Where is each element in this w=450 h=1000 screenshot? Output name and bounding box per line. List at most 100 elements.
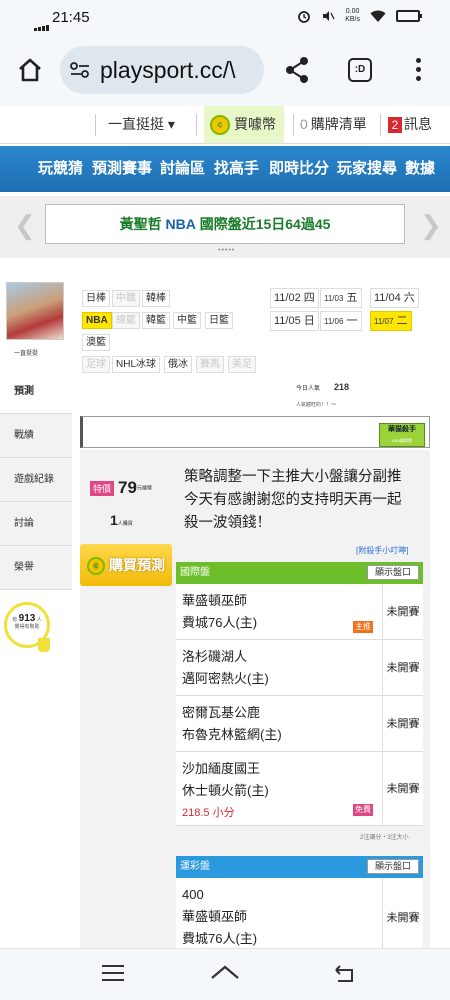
game-row: 密爾瓦基公鹿 布魯克林籃網(主) 未開賽 bbox=[176, 696, 423, 752]
market-lottery: 運彩盤 顯示盤口 400 華盛頓巫師 費城76人(主) 未開賽 bbox=[176, 856, 423, 958]
game-status: 未開賽 bbox=[382, 640, 423, 695]
game-status: 未開賽 bbox=[382, 584, 423, 639]
signal-icon bbox=[34, 14, 50, 31]
league-tag[interactable]: 澳籃 bbox=[82, 334, 110, 351]
league-tag-selected[interactable]: NBA bbox=[82, 312, 112, 329]
address-bar[interactable]: playsport.cc/\ bbox=[60, 46, 264, 94]
system-nav-bar bbox=[0, 948, 450, 1000]
back-icon[interactable] bbox=[332, 963, 356, 985]
messages-link[interactable]: 2 訊息 bbox=[388, 106, 432, 143]
main-pick-badge: 主推 bbox=[353, 621, 373, 633]
buy-prediction-button[interactable]: ¢ 購買預測 bbox=[80, 544, 172, 586]
battery-icon bbox=[396, 10, 422, 22]
league-tag[interactable]: 韓籃 bbox=[142, 312, 170, 329]
league-tag[interactable]: 俄冰 bbox=[164, 356, 192, 373]
league-tag: 足球 bbox=[82, 356, 110, 373]
pick-value: 218.5 小分 bbox=[182, 807, 235, 819]
status-bar: 21:45 0.00 KB/s bbox=[0, 0, 450, 34]
message-count-badge: 2 bbox=[388, 117, 402, 133]
url-text: playsport.cc/\ bbox=[100, 57, 236, 83]
menu-item-record[interactable]: 戰績 bbox=[0, 414, 72, 458]
nav-item[interactable]: 找高手 bbox=[214, 146, 259, 192]
date-tab-selected[interactable]: 11/07 二 bbox=[370, 311, 412, 331]
date-tab[interactable]: 11/03 五 bbox=[320, 288, 362, 308]
game-status: 未開賽 bbox=[382, 696, 423, 751]
banner-text[interactable]: 黃聖哲 NBA 國際盤近15日64過45 bbox=[45, 204, 405, 244]
league-tag: 中職 bbox=[112, 290, 140, 307]
date-tab[interactable]: 11/04 六 bbox=[370, 288, 419, 308]
show-odds-button[interactable]: 顯示盤口 bbox=[366, 565, 419, 580]
mute-icon bbox=[323, 11, 335, 21]
popularity-note: 人氣越旺的！！～ bbox=[296, 402, 337, 408]
announcement-banner: ❮ 黃聖哲 NBA 國際盤近15日64過45 ❯ ••••• bbox=[0, 196, 450, 258]
menu-item-game-history[interactable]: 遊戲紀錄 bbox=[0, 458, 72, 502]
nav-item[interactable]: 數據 bbox=[405, 146, 435, 192]
profile-menu: 預測 戰績 遊戲紀錄 討論 榮譽 bbox=[0, 370, 72, 590]
price: 特價 79元噱幣 bbox=[90, 478, 170, 498]
game-status: 未開賽 bbox=[382, 752, 423, 825]
market-header: 運彩盤 顯示盤口 bbox=[176, 856, 423, 878]
coin-icon: ¢ bbox=[210, 115, 230, 136]
share-icon[interactable] bbox=[284, 56, 310, 84]
home-icon[interactable] bbox=[16, 56, 44, 84]
league-tag: 緯籃 bbox=[112, 312, 140, 329]
buyer-count: 1人購買 bbox=[110, 512, 133, 528]
show-odds-button[interactable]: 顯示盤口 bbox=[366, 859, 419, 874]
profile-section: 一直挺挺 預測 戰績 遊戲紀錄 討論 榮譽 有 913 人覺得有幫助 日棒 中職… bbox=[0, 258, 450, 958]
date-tab[interactable]: 11/06 一 bbox=[320, 311, 362, 331]
buy-coin-button[interactable]: ¢ 買噱幣 bbox=[204, 106, 284, 143]
banner-pagination: ••••• bbox=[218, 247, 236, 254]
league-tag[interactable]: 日籃 bbox=[205, 312, 233, 329]
special-badge: 特價 bbox=[90, 480, 115, 496]
stand-dropdown[interactable]: 一直挺挺 ▾ bbox=[108, 106, 175, 143]
helper-tips-link[interactable]: [附殺手小叮嚀] bbox=[356, 545, 408, 556]
nav-item[interactable]: 討論區 bbox=[160, 146, 205, 192]
main-nav: 玩競猜 預測賽事 討論區 找高手 即時比分 玩家搜尋 數據 bbox=[0, 146, 450, 192]
banner-prev-icon[interactable]: ❮ bbox=[14, 210, 36, 241]
league-tag[interactable]: 韓棒 bbox=[142, 290, 170, 307]
date-tab[interactable]: 11/02 四 bbox=[270, 288, 319, 308]
menu-item-honor[interactable]: 榮譽 bbox=[0, 546, 72, 590]
nickname: 一直挺挺 bbox=[14, 351, 39, 357]
nav-item[interactable]: 預測賽事 bbox=[92, 146, 152, 192]
site-settings-icon[interactable] bbox=[70, 62, 90, 78]
league-tag[interactable]: 日棒 bbox=[82, 290, 110, 307]
league-tag[interactable]: 中籃 bbox=[173, 312, 201, 329]
alarm-icon bbox=[298, 11, 311, 23]
market-header: 國際盤 顯示盤口 bbox=[176, 562, 423, 584]
tab-switcher-button[interactable]: :D bbox=[348, 58, 372, 82]
coin-icon: ¢ bbox=[87, 557, 105, 576]
purchase-list-link[interactable]: 0 購牌清單 bbox=[300, 106, 367, 143]
market-international: 國際盤 顯示盤口 華盛頓巫師 費城76人(主) 主推 未開賽 洛杉磯湖人 邁阿密熱火(… bbox=[176, 562, 423, 826]
killer-badge: 華猫殺手 NBA國際盤 bbox=[379, 423, 425, 447]
browser-toolbar: playsport.cc/\ :D bbox=[0, 34, 450, 106]
date-tab[interactable]: 11/05 日 bbox=[270, 311, 319, 331]
menu-item-discussion[interactable]: 討論 bbox=[0, 502, 72, 546]
net-speed: 0.00 KB/s bbox=[345, 8, 360, 23]
game-row: 400 華盛頓巫師 費城76人(主) 未開賽 bbox=[176, 878, 423, 958]
status-time: 21:45 bbox=[52, 9, 90, 26]
popularity: 今日人氣 218 bbox=[296, 382, 350, 392]
user-bar: 一直挺挺 ▾ ¢ 買噱幣 0 購牌清單 2 訊息 bbox=[0, 106, 450, 144]
prediction-panel: 特價 79元噱幣 1人購買 策略調整一下主推大小盤讓分副推 今天有感謝謝您的支持明… bbox=[80, 450, 430, 958]
game-row: 華盛頓巫師 費城76人(主) 主推 未開賽 bbox=[176, 584, 423, 640]
game-row: 沙加緬度國王 休士頓火箭(主) 免費 218.5 小分 未開賽 bbox=[176, 752, 423, 826]
game-status: 未開賽 bbox=[382, 878, 423, 957]
nav-item[interactable]: 玩家搜尋 bbox=[337, 146, 397, 192]
menu-item-prediction[interactable]: 預測 bbox=[0, 370, 72, 414]
prediction-message: 策略調整一下主推大小盤讓分副推 今天有感謝謝您的支持明天再一起 殺一波領錢！ bbox=[184, 469, 402, 531]
banner-next-icon[interactable]: ❯ bbox=[420, 210, 442, 241]
league-tag[interactable]: NHL冰球 bbox=[112, 356, 161, 373]
prediction-title-bar bbox=[80, 416, 430, 448]
wifi-icon bbox=[370, 10, 386, 22]
free-badge: 免費 bbox=[353, 804, 373, 816]
nav-item[interactable]: 玩競猜 bbox=[38, 146, 83, 192]
game-row: 洛杉磯湖人 邁阿密熱火(主) 未開賽 bbox=[176, 640, 423, 696]
home-nav-icon[interactable] bbox=[210, 963, 240, 985]
nav-item[interactable]: 即時比分 bbox=[269, 146, 329, 192]
league-tag: 賽馬 bbox=[196, 356, 224, 373]
overflow-menu-icon[interactable] bbox=[416, 58, 422, 85]
pick-summary: 2注讓分・3注大小 bbox=[360, 835, 409, 841]
recent-apps-icon[interactable] bbox=[102, 965, 124, 986]
league-tag: 美足 bbox=[228, 356, 256, 373]
